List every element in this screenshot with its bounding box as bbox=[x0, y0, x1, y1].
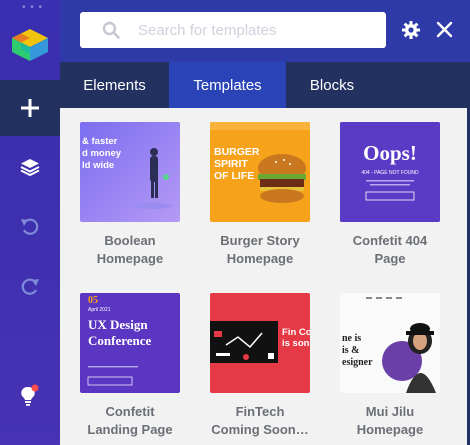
tab-templates[interactable]: Templates bbox=[169, 62, 286, 108]
templates-grid: & faster d money ld wide Boolean Homepag… bbox=[60, 108, 470, 445]
search-icon bbox=[102, 21, 120, 39]
close-icon[interactable] bbox=[436, 21, 453, 38]
search-box bbox=[80, 12, 386, 48]
layers-icon bbox=[20, 159, 40, 176]
gear-icon[interactable] bbox=[402, 21, 420, 39]
template-thumbnail: 05 April 2021 UX Design Conference bbox=[80, 293, 180, 393]
template-title: Confetit 404 Page bbox=[352, 233, 428, 266]
tabs-spacer bbox=[378, 62, 470, 108]
template-thumb-date: 05 bbox=[88, 295, 98, 306]
template-thumbnail: ne is is & esigner bbox=[340, 293, 440, 393]
template-card-fintech-coming-soon[interactable]: Fin Co is son FinTech Coming Soon… bbox=[210, 293, 310, 439]
template-thumb-text: ne is is & esigner bbox=[342, 333, 373, 368]
top-bar bbox=[60, 0, 470, 62]
template-thumbnail: Oops! 404 - PAGE NOT FOUND bbox=[340, 122, 440, 222]
template-card-confetit-landing[interactable]: 05 April 2021 UX Design Conference Confe… bbox=[80, 293, 180, 439]
template-title: Confetit Landing Page bbox=[87, 404, 173, 437]
redo-button[interactable] bbox=[0, 266, 60, 306]
template-title: Boolean Homepage bbox=[96, 233, 164, 266]
add-element-button[interactable] bbox=[0, 80, 60, 136]
template-thumb-text: & faster d money ld wide bbox=[82, 136, 122, 171]
notification-dot bbox=[31, 384, 39, 392]
template-thumbnail: & faster d money ld wide bbox=[80, 122, 180, 222]
template-thumbnail: Fin Co is son bbox=[210, 293, 310, 393]
layers-button[interactable] bbox=[0, 147, 60, 187]
template-card-boolean[interactable]: & faster d money ld wide Boolean Homepag… bbox=[80, 122, 180, 268]
template-card-burger-story[interactable]: BURGER SPIRIT OF LIFE Burger Story Homep… bbox=[210, 122, 310, 268]
template-thumb-text: Fin Co is son bbox=[282, 327, 310, 349]
undo-icon bbox=[21, 218, 39, 235]
redo-icon bbox=[21, 278, 39, 295]
app-logo-icon bbox=[12, 29, 48, 61]
template-title: FinTech Coming Soon… bbox=[211, 404, 309, 437]
template-title: Mui Jilu Homepage bbox=[356, 404, 424, 437]
lightbulb-icon bbox=[21, 384, 39, 406]
template-card-confetit-404[interactable]: Oops! 404 - PAGE NOT FOUND Confetit 404 … bbox=[340, 122, 440, 268]
template-title: Burger Story Homepage bbox=[220, 233, 300, 266]
plus-icon bbox=[21, 99, 39, 117]
template-thumb-text: Oops! bbox=[363, 141, 417, 165]
template-thumb-subtext: 404 - PAGE NOT FOUND bbox=[361, 170, 419, 176]
panel-tabs: Elements Templates Blocks bbox=[60, 62, 470, 108]
template-thumb-text: BURGER SPIRIT OF LIFE bbox=[214, 146, 260, 182]
tips-button[interactable] bbox=[0, 375, 60, 415]
template-thumb-text: UX Design Conference bbox=[88, 317, 152, 348]
template-card-mui-jilu[interactable]: ne is is & esigner Mui Jilu Homepage bbox=[340, 293, 440, 439]
tab-blocks[interactable]: Blocks bbox=[286, 62, 378, 108]
drag-handle-icon[interactable]: • • • bbox=[22, 3, 43, 13]
tab-elements[interactable]: Elements bbox=[60, 62, 169, 108]
left-rail: • • • bbox=[0, 0, 60, 445]
template-thumb-month: April 2021 bbox=[88, 307, 111, 313]
search-input[interactable] bbox=[138, 12, 378, 48]
undo-button[interactable] bbox=[0, 206, 60, 246]
template-thumbnail: BURGER SPIRIT OF LIFE bbox=[210, 122, 310, 222]
